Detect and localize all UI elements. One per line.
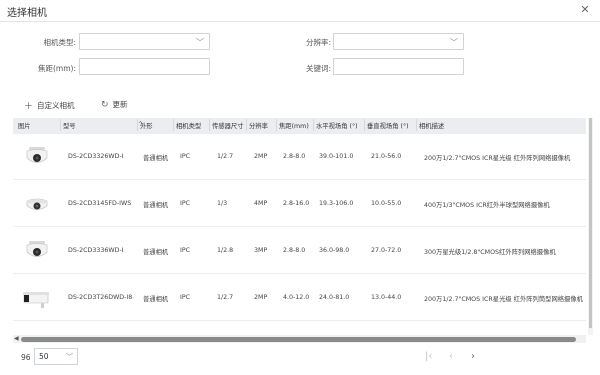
horizontal-scrollbar[interactable]: ◀ [13, 335, 586, 343]
add-custom-camera-label: 自定义相机 [37, 101, 75, 110]
model-cell: DS-2CD3T26DWD-I8 [68, 294, 133, 301]
plus-icon: ＋ [24, 102, 34, 112]
table-header: 图片 型号 ^ 外形 相机类型 传感器尺寸 分辨率 焦距(mm) 水平视场角 (… [13, 118, 586, 134]
hfov-cell: 24.0-81.0 [319, 294, 350, 301]
table-row[interactable]: DS-2CD3326WD-I 普通相机 IPC 1/2.7 2MP 2.8-8.… [13, 134, 586, 180]
vfov-cell: 21.0-56.0 [371, 153, 402, 160]
resolution-cell: 2MP [254, 153, 268, 160]
chevron-down-icon: ﹀ [66, 353, 73, 361]
chevron-down-icon: ﹀ [450, 38, 458, 47]
page-size-select[interactable]: 50 ﹀ [34, 348, 78, 365]
sensor-cell: 1/2.8 [217, 247, 234, 254]
vertical-scrollbar[interactable] [588, 118, 593, 335]
vfov-cell: 27.0-72.0 [371, 247, 402, 254]
description-cell: 400万1/3"CMOS ICR红外半球型网络摄像机 [424, 202, 550, 209]
focal-cell: 2.8-8.0 [283, 153, 306, 160]
camera-type-cell: IPC [180, 200, 191, 207]
hfov-cell: 36.0-98.0 [319, 247, 350, 254]
camera-type-select[interactable]: ﹀ [79, 33, 210, 50]
vfov-cell: 13.0-44.0 [371, 294, 402, 301]
sensor-cell: 1/2.7 [217, 153, 234, 160]
description-cell: 200万1/2.7"CMOS ICR星光级 红外阵列网络摄像机 [424, 155, 571, 162]
resolution-cell: 2MP [254, 294, 268, 301]
next-page-icon[interactable]: › [471, 351, 475, 362]
model-cell: DS-2CD3326WD-I [68, 153, 124, 160]
model-cell: DS-2CD3336WD-I [68, 247, 124, 254]
resolution-cell: 3MP [254, 247, 268, 254]
shape-cell: 普通相机 [143, 202, 169, 209]
previous-page-icon[interactable]: ‹ [449, 351, 453, 362]
refresh-label: 更新 [112, 100, 128, 109]
chevron-down-icon: ﹀ [196, 38, 204, 47]
refresh-icon: ↻ [101, 99, 109, 110]
horizontal-scroll-thumb[interactable] [21, 337, 576, 342]
table-row[interactable]: DS-2CD3T26DWD-I8 普通相机 IPC 1/2.7 2MP 4.0-… [13, 275, 586, 321]
vfov-cell: 10.0-55.0 [371, 200, 402, 207]
resolution-label: 分辨率: [305, 38, 331, 47]
resolution-cell: 4MP [254, 200, 268, 207]
col-horizontal-fov: 水平视场角 (°) [313, 119, 358, 131]
add-custom-camera-button[interactable]: ＋ 自定义相机 [24, 99, 75, 112]
table-row[interactable]: DS-2CD3145FD-IWS 普通相机 IPC 1/3 4MP 2.8-16… [13, 181, 586, 227]
keyword-label: 关键词: [305, 64, 331, 73]
bullet-camera-icon [23, 292, 49, 308]
col-image: 图片 [18, 123, 31, 130]
col-vertical-fov: 垂直视场角 (°) [364, 119, 409, 131]
scroll-left-icon[interactable]: ◀ [14, 335, 19, 342]
hfov-cell: 39.0-101.0 [319, 153, 354, 160]
table-row[interactable]: DS-2CD3336WD-I 普通相机 IPC 1/2.8 3MP 2.8-8.… [13, 228, 586, 274]
col-model[interactable]: 型号 [60, 119, 76, 131]
camera-type-cell: IPC [180, 247, 191, 254]
first-page-icon[interactable]: |‹ [425, 351, 432, 362]
dome-camera-icon [26, 241, 48, 257]
dome-camera-icon [26, 147, 48, 163]
col-sensor-size: 传感器尺寸 [208, 119, 244, 131]
focal-cell: 4.0-12.0 [283, 294, 310, 301]
focal-cell: 2.8-8.0 [283, 247, 306, 254]
col-description: 相机描述 [415, 119, 445, 131]
refresh-button[interactable]: ↻ 更新 [101, 99, 128, 110]
sensor-cell: 1/3 [217, 200, 228, 207]
focal-length-label: 焦距(mm): [38, 64, 76, 73]
dialog-title: 选择相机 [7, 8, 47, 19]
vertical-scroll-thumb[interactable] [589, 118, 592, 328]
camera-type-cell: IPC [180, 294, 191, 301]
description-cell: 200万1/2.7"CMOS ICR星光级 红外阵列筒型网络摄像机 [424, 296, 583, 303]
col-camera-type: 相机类型 [172, 119, 202, 131]
resolution-select[interactable]: ﹀ [333, 33, 464, 50]
focal-length-input[interactable] [79, 58, 210, 75]
camera-type-label: 相机类型: [43, 38, 76, 47]
header-divider [0, 21, 600, 22]
select-camera-dialog: 选择相机 ✕ 相机类型: ﹀ 分辨率: ﹀ 焦距(mm): 关键词: ＋ 自定义… [0, 0, 600, 375]
page-size-value: 50 [39, 352, 49, 361]
close-icon[interactable]: ✕ [578, 3, 592, 17]
model-cell: DS-2CD3145FD-IWS [68, 200, 132, 207]
total-count: 96 [21, 353, 31, 362]
col-focal-length: 焦距(mm) [276, 119, 309, 131]
shape-cell: 普通相机 [143, 296, 169, 303]
col-resolution: 分辨率 [246, 119, 268, 131]
keyword-input[interactable] [333, 58, 464, 75]
sensor-cell: 1/2.7 [217, 294, 234, 301]
col-shape: 外形 [137, 119, 153, 131]
camera-type-cell: IPC [180, 153, 191, 160]
hfov-cell: 19.3-106.0 [319, 200, 354, 207]
shape-cell: 普通相机 [143, 155, 169, 162]
focal-cell: 2.8-16.0 [283, 200, 310, 207]
dome-camera-icon [26, 198, 48, 210]
shape-cell: 普通相机 [143, 249, 169, 256]
description-cell: 300万星光级1/2.8"CMOS红外阵列网络摄像机 [424, 249, 556, 256]
